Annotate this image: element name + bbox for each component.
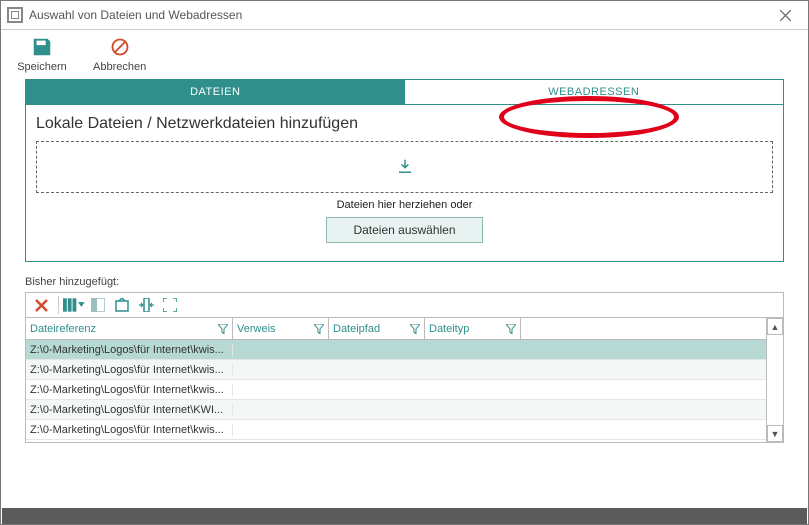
export-button[interactable] [111,294,133,316]
grid-toolbar [25,292,784,318]
status-bar [2,508,807,524]
table-row[interactable]: Z:\0-Marketing\Logos\für Internet\kwis..… [26,360,783,380]
tab-webaddresses[interactable]: WEBADRESSEN [405,80,784,104]
columns-icon [63,298,77,312]
fit-columns-button[interactable] [135,294,157,316]
close-icon [780,10,791,21]
panel-heading: Lokale Dateien / Netzwerkdateien hinzufü… [36,115,773,133]
col-header-ref[interactable]: Dateireferenz [26,318,233,339]
table-row[interactable]: Z:\0-Marketing\Logos\für Internet\kwis..… [26,420,783,440]
cell-ref: Z:\0-Marketing\Logos\für Internet\kwis..… [26,384,233,396]
cell-ref: Z:\0-Marketing\Logos\für Internet\kwis..… [26,364,233,376]
grid-container: Dateireferenz Verweis Dateipfad Dateityp [25,292,784,443]
cancel-label: Abbrechen [93,61,146,73]
expand-icon [163,298,177,312]
content-area: DATEIEN WEBADRESSEN Lokale Dateien / Net… [1,79,808,262]
filter-icon[interactable] [314,324,324,334]
file-dropzone[interactable] [36,141,773,193]
delete-row-button[interactable] [30,294,52,316]
col-header-link[interactable]: Verweis [233,318,329,339]
files-panel: Lokale Dateien / Netzwerkdateien hinzufü… [25,105,784,262]
dialog-window: Auswahl von Dateien und Webadressen Spei… [0,0,809,525]
grid-body: Z:\0-Marketing\Logos\für Internet\kwis..… [26,340,783,442]
table-row[interactable]: Z:\0-Marketing\Logos\für Internet\KWI... [26,400,783,420]
cell-ref: Z:\0-Marketing\Logos\für Internet\kwis..… [26,344,233,356]
scroll-down-button[interactable]: ▼ [767,425,783,442]
save-button[interactable]: Speichern [17,36,67,73]
choose-files-button[interactable]: Dateien auswählen [326,217,482,243]
added-so-far-label: Bisher hinzugefügt: [25,276,808,288]
data-grid: Dateireferenz Verweis Dateipfad Dateityp [25,318,784,443]
col-label: Dateireferenz [30,323,96,335]
save-icon [31,36,53,58]
title-bar: Auswahl von Dateien und Webadressen [1,1,808,30]
tab-strip: DATEIEN WEBADRESSEN [25,79,784,105]
delete-icon [35,299,48,312]
layout-icon [91,298,105,312]
tab-files[interactable]: DATEIEN [26,80,405,104]
download-icon [396,158,414,176]
col-header-type[interactable]: Dateityp [425,318,521,339]
layout1-button[interactable] [87,294,109,316]
separator [58,296,59,314]
columns-button[interactable] [63,294,85,316]
grid-header: Dateireferenz Verweis Dateipfad Dateityp [26,318,783,340]
col-label: Verweis [237,323,276,335]
filter-icon[interactable] [218,324,228,334]
vertical-scrollbar[interactable]: ▲ ▼ [766,318,783,442]
expand-button[interactable] [159,294,181,316]
cell-ref: Z:\0-Marketing\Logos\für Internet\KWI... [26,404,233,416]
cancel-icon [109,36,131,58]
col-label: Dateipfad [333,323,380,335]
fit-icon [139,298,154,312]
chevron-down-icon [78,302,85,308]
app-icon [7,7,23,23]
col-label: Dateityp [429,323,469,335]
filter-icon[interactable] [410,324,420,334]
save-label: Speichern [17,61,67,73]
window-title: Auswahl von Dateien und Webadressen [29,8,242,22]
scroll-up-button[interactable]: ▲ [767,318,783,335]
close-button[interactable] [763,1,808,30]
filter-icon[interactable] [506,324,516,334]
cancel-button[interactable]: Abbrechen [93,36,146,73]
main-toolbar: Speichern Abbrechen [1,30,808,79]
dropzone-hint: Dateien hier herziehen oder [36,199,773,211]
table-row[interactable]: Z:\0-Marketing\Logos\für Internet\kwis..… [26,340,783,360]
table-row[interactable]: Z:\0-Marketing\Logos\für Internet\kwis..… [26,380,783,400]
cell-ref: Z:\0-Marketing\Logos\für Internet\kwis..… [26,424,233,436]
export-icon [115,298,129,312]
col-header-path[interactable]: Dateipfad [329,318,425,339]
